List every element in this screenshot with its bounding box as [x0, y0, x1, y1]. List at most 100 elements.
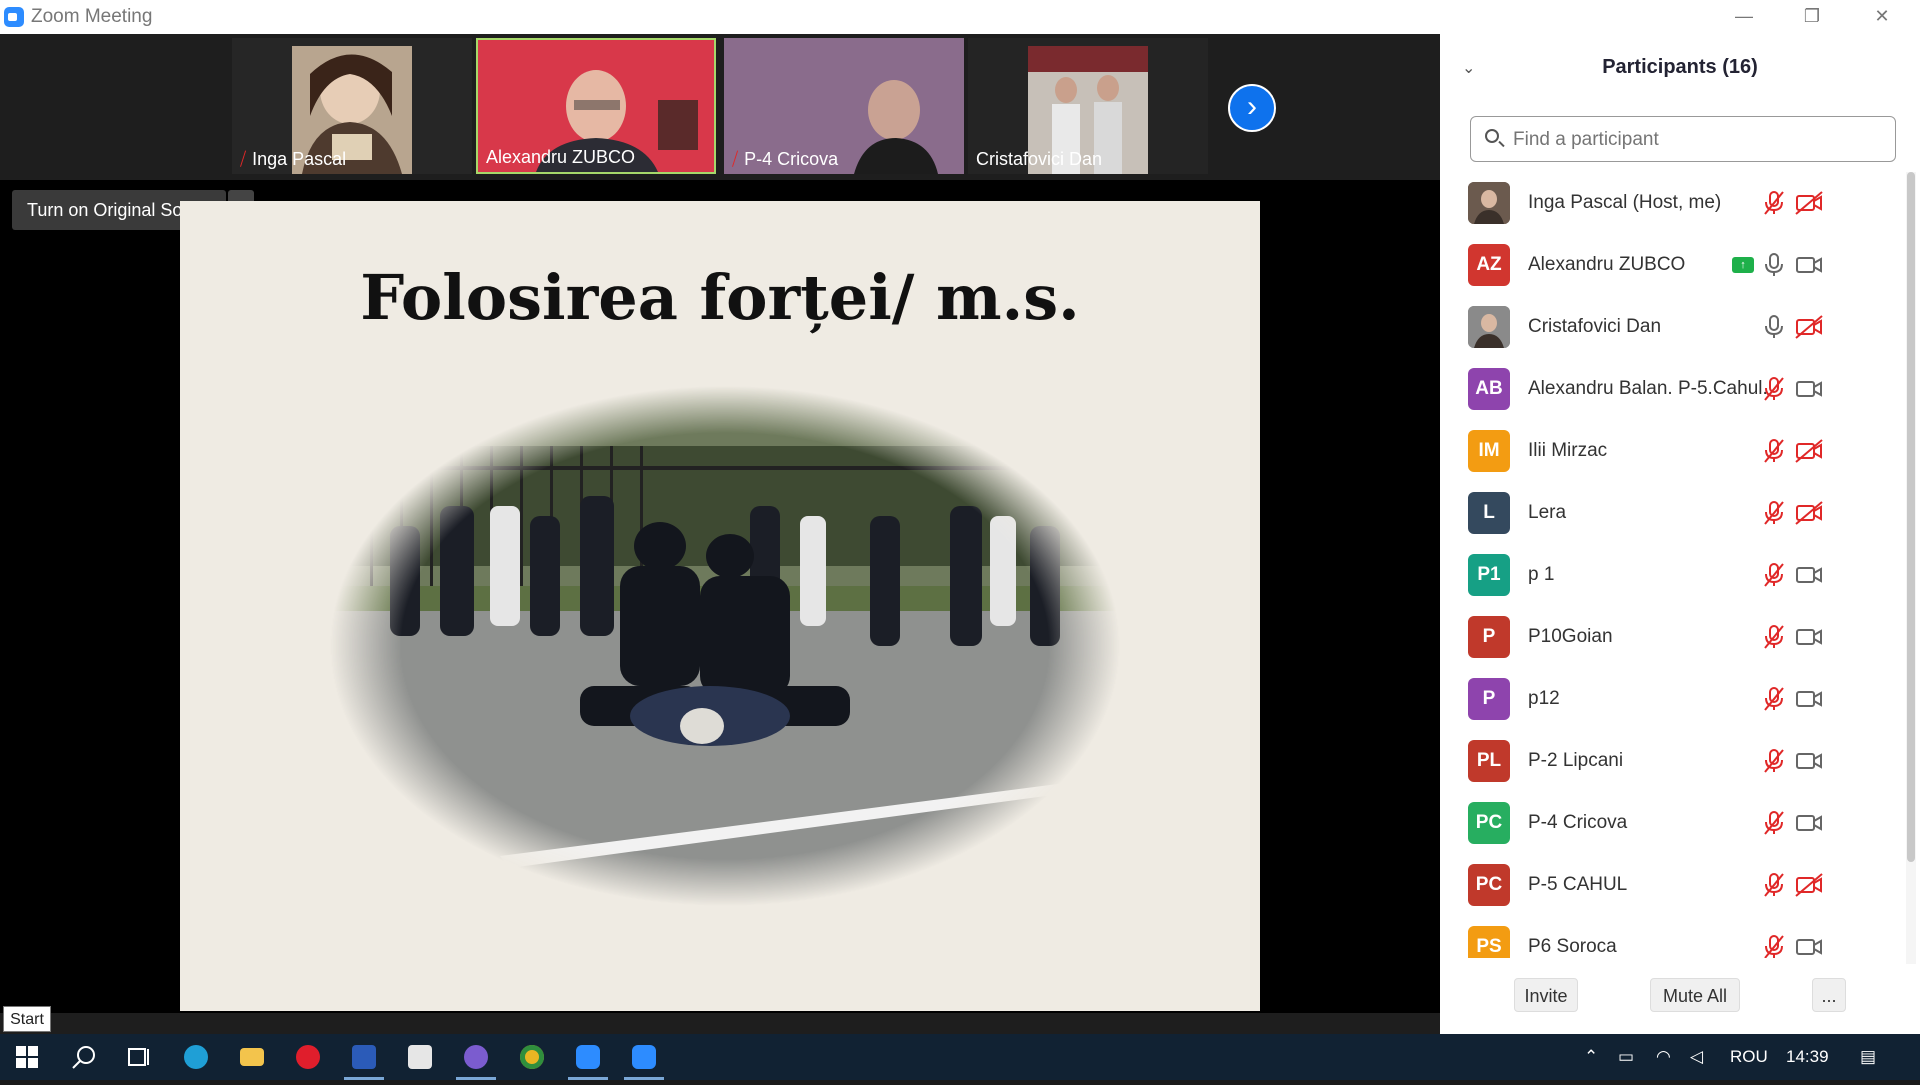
participant-row[interactable]: IM Ilii Mirzac: [1440, 420, 1906, 482]
avatar: L: [1468, 492, 1510, 534]
participant-row[interactable]: PC P-4 Cricova: [1440, 792, 1906, 854]
camera-icon[interactable]: [1794, 376, 1824, 402]
file-explorer-icon[interactable]: [224, 1034, 280, 1080]
participant-row[interactable]: AZ Alexandru ZUBCO ↑: [1440, 234, 1906, 296]
muted-mic-icon: ⧸: [240, 149, 247, 169]
participant-list-scrollbar[interactable]: [1906, 172, 1916, 964]
participant-row[interactable]: Pp12: [1440, 668, 1906, 730]
notifications-icon[interactable]: ▤: [1860, 1034, 1890, 1080]
participant-row[interactable]: L Lera: [1440, 482, 1906, 544]
muted-mic-icon[interactable]: [1762, 748, 1786, 774]
camera-off-icon[interactable]: [1794, 438, 1824, 464]
muted-mic-icon[interactable]: [1762, 934, 1786, 958]
video-thumbnail-cristafovici-dan[interactable]: Cristafovici Dan: [968, 38, 1208, 174]
show-hidden-icons-chevron-icon[interactable]: ⌃: [1584, 1034, 1608, 1080]
camera-off-icon[interactable]: [1794, 314, 1824, 340]
avatar: [1468, 182, 1510, 224]
participant-row[interactable]: Cristafovici Dan: [1440, 296, 1906, 358]
muted-mic-icon[interactable]: [1762, 190, 1786, 216]
camera-icon[interactable]: [1794, 686, 1824, 712]
word-app-icon[interactable]: [336, 1034, 392, 1080]
participant-name: P6 Soroca: [1528, 936, 1617, 957]
muted-mic-icon[interactable]: [1762, 438, 1786, 464]
search-icon[interactable]: [56, 1034, 112, 1080]
participant-row[interactable]: PC P-5 CAHUL: [1440, 854, 1906, 916]
shared-screen-slide: Folosirea forței/ m.s.: [180, 201, 1260, 1011]
volume-icon[interactable]: ◁: [1690, 1034, 1718, 1080]
battery-icon[interactable]: ▭: [1618, 1034, 1646, 1080]
participant-row[interactable]: AB Alexandru Balan. P-5.Cahul.: [1440, 358, 1906, 420]
restore-button[interactable]: ❐: [1782, 0, 1842, 34]
wifi-icon[interactable]: ◠: [1656, 1034, 1684, 1080]
muted-mic-icon[interactable]: [1762, 624, 1786, 650]
participant-name: Cristafovici Dan: [1528, 316, 1662, 337]
invite-button[interactable]: Invite: [1514, 978, 1578, 1012]
muted-mic-icon[interactable]: [1762, 562, 1786, 588]
meeting-bottom-bar: [0, 1013, 1440, 1034]
camera-off-icon[interactable]: [1794, 190, 1824, 216]
next-videos-button[interactable]: ›: [1228, 84, 1276, 132]
windows-start-icon[interactable]: [0, 1034, 56, 1080]
muted-mic-icon[interactable]: [1762, 872, 1786, 898]
camera-off-icon[interactable]: [1794, 500, 1824, 526]
edge-browser-icon[interactable]: [168, 1034, 224, 1080]
avatar: PS: [1468, 926, 1510, 958]
slide-photo-police-arrest: [330, 386, 1120, 906]
muted-mic-icon[interactable]: [1762, 500, 1786, 526]
avatar: AB: [1468, 368, 1510, 410]
input-language[interactable]: ROU: [1730, 1034, 1774, 1080]
participant-name: p12: [1528, 688, 1560, 709]
mic-icon[interactable]: [1762, 252, 1786, 278]
thumbnail-name: Cristafovici Dan: [976, 149, 1103, 169]
video-thumbnail-inga-pascal[interactable]: ⧸ Inga Pascal: [232, 38, 472, 174]
camera-icon[interactable]: [1794, 810, 1824, 836]
participant-row[interactable]: PL P-2 Lipcani: [1440, 730, 1906, 792]
participant-row[interactable]: P1 p 1: [1440, 544, 1906, 606]
participant-name: Alexandru Balan. P-5.Cahul.: [1528, 378, 1768, 399]
more-options-button[interactable]: ...: [1812, 978, 1846, 1012]
title-bar: Zoom Meeting — ❐ ✕: [0, 0, 1920, 34]
participant-name: Alexandru ZUBCO: [1528, 254, 1686, 275]
window-title: Zoom Meeting: [31, 6, 153, 27]
muted-mic-icon[interactable]: [1762, 810, 1786, 836]
store-app-icon[interactable]: [392, 1034, 448, 1080]
participant-list[interactable]: Inga Pascal (Host, me) AZ Alexandru ZUBCO ↑…: [1440, 172, 1906, 958]
chrome-browser-icon[interactable]: [504, 1034, 560, 1080]
zoom-app-icon[interactable]: [560, 1034, 616, 1080]
start-tooltip: Start: [3, 1006, 51, 1032]
video-thumbnail-strip: [0, 34, 1440, 180]
avatar: PC: [1468, 802, 1510, 844]
close-button[interactable]: ✕: [1852, 0, 1912, 34]
avatar: [1468, 306, 1510, 348]
muted-mic-icon[interactable]: [1762, 686, 1786, 712]
participant-name: P10Goian: [1528, 626, 1613, 647]
mute-all-button[interactable]: Mute All: [1650, 978, 1740, 1012]
participant-name: Inga Pascal (Host, me): [1528, 192, 1722, 213]
mic-icon[interactable]: [1762, 314, 1786, 340]
camera-icon[interactable]: [1794, 934, 1824, 958]
participant-name: Lera: [1528, 502, 1567, 523]
zoom-meeting-window-icon[interactable]: [616, 1034, 672, 1080]
participant-search-box[interactable]: [1470, 116, 1896, 162]
participants-title: Participants (16): [1602, 56, 1758, 78]
camera-icon[interactable]: [1794, 562, 1824, 588]
participant-search-input[interactable]: [1511, 125, 1885, 155]
clock[interactable]: 14:39: [1786, 1034, 1836, 1080]
avatar: P1: [1468, 554, 1510, 596]
video-thumbnail-p4-cricova[interactable]: ⧸ P-4 Cricova: [724, 38, 964, 174]
participant-row[interactable]: P P10Goian: [1440, 606, 1906, 668]
camera-off-icon[interactable]: [1794, 872, 1824, 898]
camera-icon[interactable]: [1794, 252, 1824, 278]
muted-mic-icon[interactable]: [1762, 376, 1786, 402]
camera-icon[interactable]: [1794, 748, 1824, 774]
scrollbar-thumb[interactable]: [1907, 172, 1915, 862]
opera-browser-icon[interactable]: [280, 1034, 336, 1080]
camera-icon[interactable]: [1794, 624, 1824, 650]
participant-row[interactable]: Inga Pascal (Host, me): [1440, 172, 1906, 234]
video-thumbnail-alexandru-zubco[interactable]: Alexandru ZUBCO: [476, 38, 716, 174]
slide-title: Folosirea forței/ m.s.: [360, 261, 1080, 334]
viber-app-icon[interactable]: [448, 1034, 504, 1080]
task-view-icon[interactable]: [112, 1034, 168, 1080]
participant-row[interactable]: PS P6 Soroca: [1440, 916, 1906, 958]
minimize-button[interactable]: —: [1714, 0, 1774, 34]
